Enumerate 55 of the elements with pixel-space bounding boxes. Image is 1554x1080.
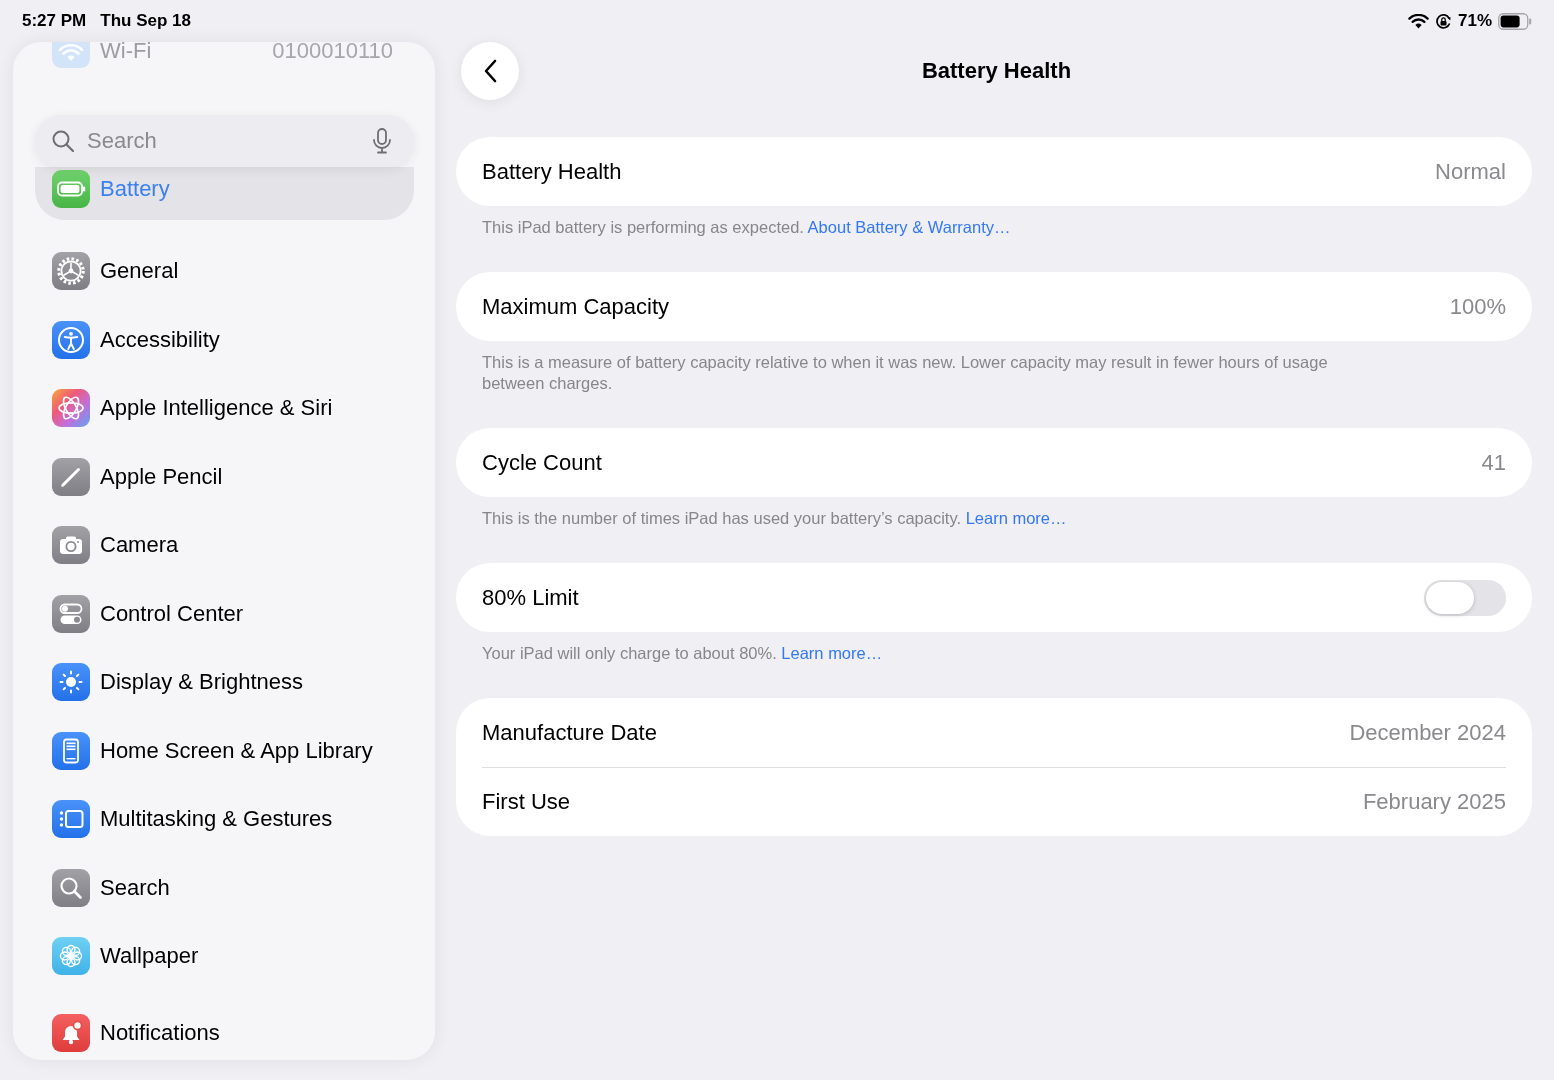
help-link[interactable]: About Battery & Warranty… [807, 218, 1011, 236]
page-title: Battery Health [921, 58, 1072, 84]
microphone-icon[interactable] [372, 128, 392, 154]
sidebar-item[interactable]: Multitasking & Gestures [35, 793, 414, 845]
search-icon [52, 130, 74, 152]
sidebar-window-icon [52, 800, 90, 838]
accessibility-icon [52, 320, 90, 359]
footer-note: Your iPad will only charge to about 80%. Learn more… [482, 643, 883, 664]
chevron-left-icon [483, 59, 497, 83]
pencil-icon [52, 457, 90, 496]
sidebar-item[interactable]: Camera [35, 519, 414, 571]
search-icon [52, 868, 90, 907]
footer-note: This iPad battery is performing as expected. About Battery & Warranty… [482, 217, 1011, 238]
sun-icon [52, 663, 90, 701]
sidebar-item[interactable]: Notifications [35, 1007, 414, 1059]
search-field[interactable]: Search [35, 115, 414, 167]
sidebar-item[interactable]: Wallpaper [35, 930, 414, 982]
wifi-signal-icon [1407, 13, 1429, 29]
footer-note: This is the number of times iPad has used your battery’s capacity. Learn more… [482, 508, 1067, 529]
row-label: Maximum Capacity [482, 293, 670, 320]
camera-icon [52, 526, 90, 564]
row-label: Manufacture Date [482, 719, 657, 746]
row-label: 80% Limit [482, 584, 579, 611]
status-date: Thu Sep 18 [100, 11, 191, 31]
phone-screen-icon [52, 731, 90, 770]
toggle-switch[interactable] [1424, 579, 1506, 616]
row-value: December 2024 [1349, 719, 1506, 746]
sidebar-item[interactable]: Apple Intelligence & Siri [35, 382, 414, 434]
sidebar-item[interactable]: Home Screen & App Library [35, 724, 414, 777]
rotation-lock-icon [1434, 12, 1452, 30]
toggles-icon [52, 594, 90, 633]
sidebar-item[interactable]: Apple Pencil [35, 450, 414, 503]
row-value: February 2025 [1362, 789, 1506, 815]
bell-icon [52, 1014, 90, 1052]
row-label: Cycle Count [482, 449, 602, 476]
battery-icon [1498, 12, 1532, 30]
sidebar-item[interactable]: General [35, 245, 414, 297]
row-value: Normal [1435, 158, 1506, 185]
row-value: 100% [1449, 293, 1506, 320]
atom-outline-icon [52, 389, 90, 427]
gear-icon [52, 252, 90, 290]
status-time: 5:27 PM [22, 11, 87, 31]
sidebar-item[interactable]: Accessibility [35, 313, 414, 366]
sidebar-item[interactable]: Control Center [35, 587, 414, 640]
battery-percentage: 71% [1457, 11, 1492, 31]
row-label: Battery Health [482, 158, 622, 185]
battery-icon [52, 169, 90, 208]
flower-icon [52, 937, 90, 975]
help-link[interactable]: Learn more… [965, 509, 1067, 527]
sidebar-item[interactable]: Display & Brightness [35, 656, 414, 708]
help-link[interactable]: Learn more… [781, 644, 883, 662]
sidebar-item[interactable]: Search [35, 861, 414, 914]
footer-note: This is a measure of battery capacity relative to when it was new. Lower capacity may result in fewer hours of usage between charges. [482, 352, 1329, 394]
row-label: First Use [482, 789, 570, 815]
row-value: 41 [1481, 449, 1506, 476]
